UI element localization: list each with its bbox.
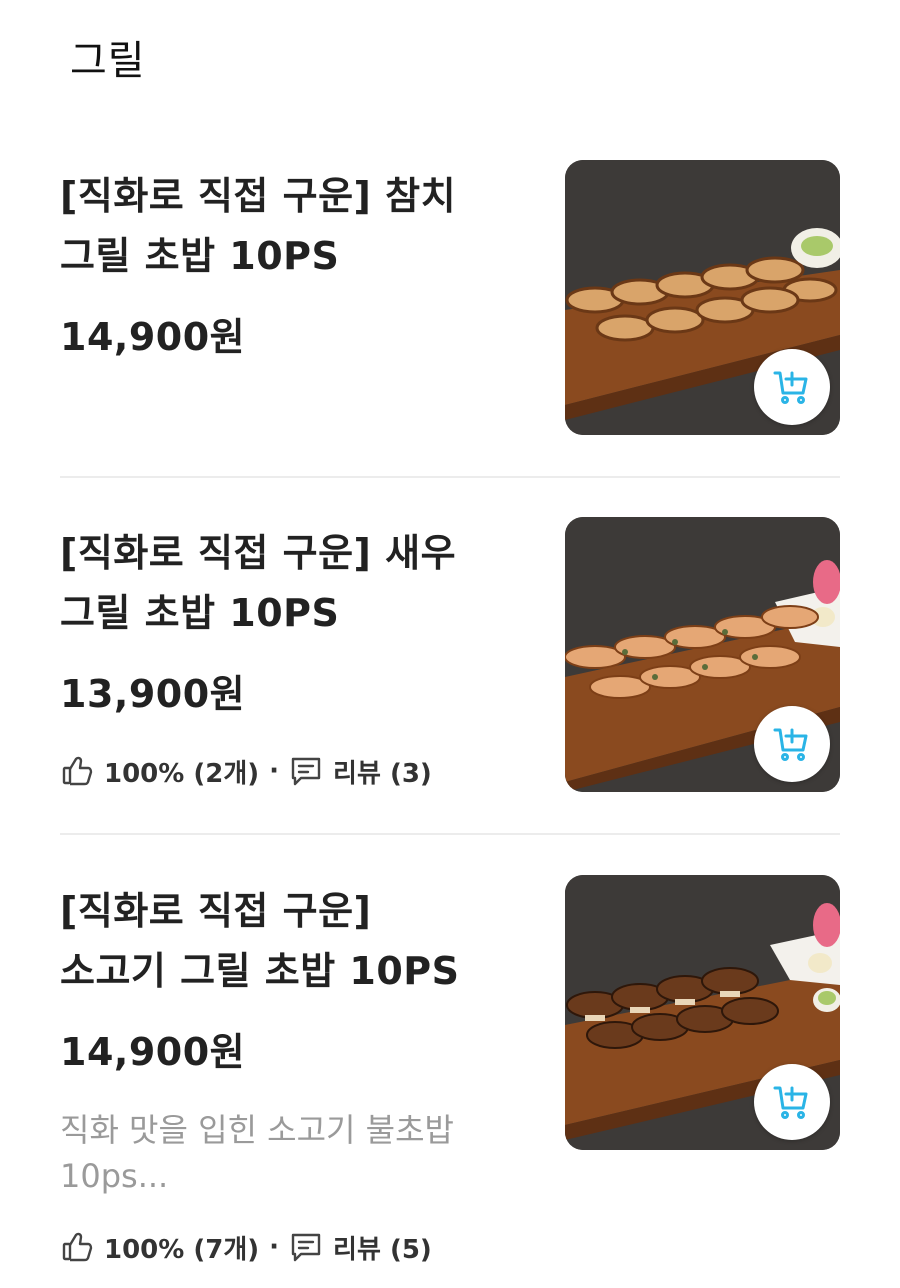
review-icon bbox=[289, 1230, 323, 1264]
cart-add-button[interactable] bbox=[754, 706, 830, 782]
menu-item-image[interactable] bbox=[565, 875, 840, 1150]
divider bbox=[60, 476, 840, 478]
review-count[interactable]: 리뷰 (3) bbox=[333, 753, 432, 790]
meta-separator: · bbox=[269, 756, 280, 786]
menu-item-price: 13,900원 bbox=[60, 672, 246, 716]
divider bbox=[60, 833, 840, 835]
review-icon bbox=[289, 754, 323, 788]
cart-add-button[interactable] bbox=[754, 1064, 830, 1140]
cart-add-icon bbox=[773, 1086, 808, 1119]
menu-item-image[interactable] bbox=[565, 517, 840, 792]
thumbs-up-icon bbox=[60, 1230, 94, 1264]
rating-text: 100% (7개) bbox=[104, 1234, 260, 1265]
menu-item-price: 14,900원 bbox=[60, 315, 246, 359]
menu-item-name: [직화로 직접 구운] 참치 그릴 초밥 10PS bbox=[60, 174, 457, 278]
menu-item-description: 직화 맛을 입힌 소고기 불초밥 10ps... bbox=[60, 1111, 454, 1195]
menu-item-meta: 100% (2개) · 리뷰 (3) bbox=[60, 751, 432, 791]
menu-item-name: [직화로 직접 구운] 소고기 그릴 초밥 10PS bbox=[60, 889, 460, 993]
menu-item-meta: 100% (7개) · 리뷰 (5) bbox=[60, 1227, 432, 1267]
cart-add-button[interactable] bbox=[754, 349, 830, 425]
cart-add-icon bbox=[773, 371, 808, 404]
section-title: 그릴 bbox=[70, 38, 146, 84]
meta-separator: · bbox=[269, 1232, 280, 1262]
cart-add-icon bbox=[773, 728, 808, 761]
menu-item-price: 14,900원 bbox=[60, 1030, 246, 1074]
thumbs-up-icon bbox=[60, 754, 94, 788]
menu-item-image[interactable] bbox=[565, 160, 840, 435]
review-count[interactable]: 리뷰 (5) bbox=[333, 1229, 432, 1266]
menu-item[interactable]: [직화로 직접 구운] 참치 그릴 초밥 10PS 14,900원 bbox=[60, 160, 840, 438]
rating-text: 100% (2개) bbox=[104, 758, 260, 789]
menu-item[interactable]: [직화로 직접 구운] 새우 그릴 초밥 10PS 13,900원 100% (… bbox=[60, 517, 840, 795]
menu-item[interactable]: [직화로 직접 구운] 소고기 그릴 초밥 10PS 14,900원 직화 맛을… bbox=[60, 875, 840, 1275]
menu-item-name: [직화로 직접 구운] 새우 그릴 초밥 10PS bbox=[60, 531, 457, 635]
